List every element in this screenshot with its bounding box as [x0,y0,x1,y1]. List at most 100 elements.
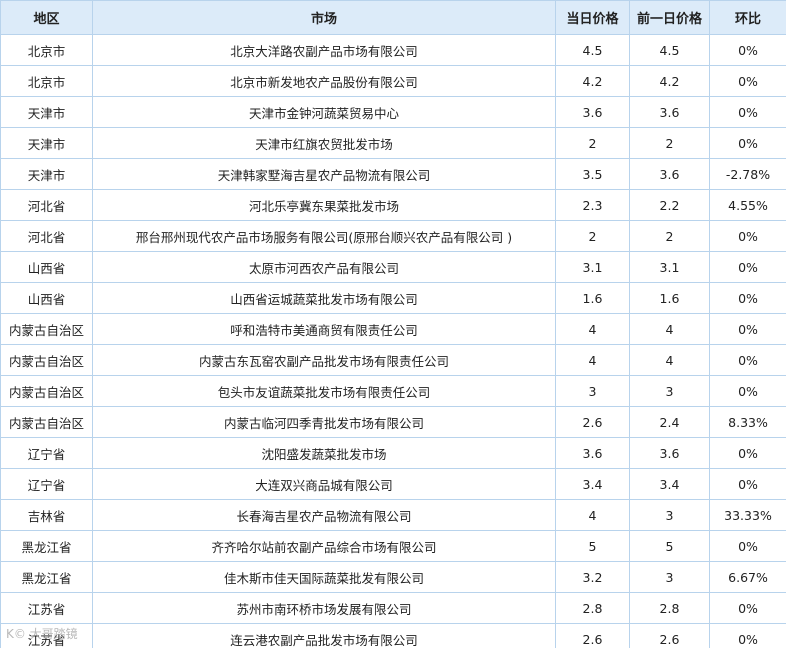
previous-price-cell: 3 [629,499,710,531]
today-price-cell: 3.5 [555,158,630,190]
previous-price-cell: 3.6 [629,96,710,128]
previous-price-cell: 2 [629,127,710,159]
today-price-cell: 3.6 [555,96,630,128]
price-table-container: 地区 市场 当日价格 前一日价格 环比 北京市 北京大洋路农副产品市场有限公司 4.… [0,0,786,648]
previous-price-cell: 5 [629,530,710,562]
previous-price-cell: 3.4 [629,468,710,500]
change-cell: 0% [709,468,786,500]
table-row: 吉林省 长春海吉星农产品物流有限公司 4 3 33.33% [0,499,786,531]
market-cell: 大连双兴商品城有限公司 [92,468,556,500]
region-cell: 江苏省 [0,623,93,648]
region-cell: 内蒙古自治区 [0,375,93,407]
table-row: 天津市 天津韩家墅海吉星农产品物流有限公司 3.5 3.6 -2.78% [0,158,786,190]
previous-price-cell: 2.8 [629,592,710,624]
market-cell: 连云港农副产品批发市场有限公司 [92,623,556,648]
today-price-cell: 4.5 [555,34,630,66]
region-cell: 吉林省 [0,499,93,531]
table-header-row: 地区 市场 当日价格 前一日价格 环比 [0,0,786,35]
change-cell: 0% [709,220,786,252]
market-cell: 内蒙古临河四季青批发市场有限公司 [92,406,556,438]
table-row: 辽宁省 沈阳盛发蔬菜批发市场 3.6 3.6 0% [0,437,786,469]
change-cell: 0% [709,282,786,314]
region-cell: 河北省 [0,220,93,252]
table-row: 内蒙古自治区 呼和浩特市美通商贸有限责任公司 4 4 0% [0,313,786,345]
change-cell: 0% [709,592,786,624]
column-header-market[interactable]: 市场 [92,0,556,35]
region-cell: 天津市 [0,127,93,159]
column-header-region[interactable]: 地区 [0,0,93,35]
previous-price-cell: 4.2 [629,65,710,97]
region-cell: 内蒙古自治区 [0,406,93,438]
region-cell: 天津市 [0,158,93,190]
today-price-cell: 2 [555,127,630,159]
change-cell: 0% [709,34,786,66]
previous-price-cell: 4 [629,313,710,345]
market-cell: 天津市金钟河蔬菜贸易中心 [92,96,556,128]
column-header-change[interactable]: 环比 [709,0,786,35]
column-header-today-price[interactable]: 当日价格 [555,0,630,35]
today-price-cell: 1.6 [555,282,630,314]
today-price-cell: 3.1 [555,251,630,283]
region-cell: 北京市 [0,34,93,66]
table-row: 北京市 北京大洋路农副产品市场有限公司 4.5 4.5 0% [0,34,786,66]
table-row: 内蒙古自治区 内蒙古临河四季青批发市场有限公司 2.6 2.4 8.33% [0,406,786,438]
today-price-cell: 2 [555,220,630,252]
table-row: 黑龙江省 佳木斯市佳天国际蔬菜批发有限公司 3.2 3 6.67% [0,561,786,593]
table-row: 天津市 天津市红旗农贸批发市场 2 2 0% [0,127,786,159]
today-price-cell: 5 [555,530,630,562]
region-cell: 天津市 [0,96,93,128]
today-price-cell: 2.3 [555,189,630,221]
previous-price-cell: 4.5 [629,34,710,66]
region-cell: 辽宁省 [0,437,93,469]
change-cell: 4.55% [709,189,786,221]
change-cell: 0% [709,96,786,128]
change-cell: 6.67% [709,561,786,593]
market-cell: 沈阳盛发蔬菜批发市场 [92,437,556,469]
previous-price-cell: 2.4 [629,406,710,438]
table-row: 山西省 太原市河西农产品有限公司 3.1 3.1 0% [0,251,786,283]
market-cell: 佳木斯市佳天国际蔬菜批发有限公司 [92,561,556,593]
table-row: 辽宁省 大连双兴商品城有限公司 3.4 3.4 0% [0,468,786,500]
market-cell: 邢台邢州现代农产品市场服务有限公司(原邢台顺兴农产品有限公司 ) [92,220,556,252]
change-cell: 0% [709,623,786,648]
region-cell: 内蒙古自治区 [0,344,93,376]
region-cell: 辽宁省 [0,468,93,500]
table-row: 北京市 北京市新发地农产品股份有限公司 4.2 4.2 0% [0,65,786,97]
change-cell: 0% [709,313,786,345]
column-header-previous-price[interactable]: 前一日价格 [629,0,710,35]
market-cell: 北京市新发地农产品股份有限公司 [92,65,556,97]
previous-price-cell: 2 [629,220,710,252]
market-cell: 包头市友谊蔬菜批发市场有限责任公司 [92,375,556,407]
change-cell: 0% [709,375,786,407]
table-row: 黑龙江省 齐齐哈尔站前农副产品综合市场有限公司 5 5 0% [0,530,786,562]
previous-price-cell: 3 [629,561,710,593]
previous-price-cell: 2.6 [629,623,710,648]
market-cell: 天津韩家墅海吉星农产品物流有限公司 [92,158,556,190]
market-cell: 长春海吉星农产品物流有限公司 [92,499,556,531]
previous-price-cell: 2.2 [629,189,710,221]
change-cell: -2.78% [709,158,786,190]
today-price-cell: 3.2 [555,561,630,593]
previous-price-cell: 3 [629,375,710,407]
today-price-cell: 3 [555,375,630,407]
region-cell: 北京市 [0,65,93,97]
previous-price-cell: 3.1 [629,251,710,283]
today-price-cell: 4 [555,313,630,345]
market-cell: 山西省运城蔬菜批发市场有限公司 [92,282,556,314]
table-row: 河北省 邢台邢州现代农产品市场服务有限公司(原邢台顺兴农产品有限公司 ) 2 2 0% [0,220,786,252]
today-price-cell: 3.4 [555,468,630,500]
region-cell: 山西省 [0,251,93,283]
table-body: 北京市 北京大洋路农副产品市场有限公司 4.5 4.5 0% 北京市 北京市新发地农产品股份… [0,34,786,648]
change-cell: 33.33% [709,499,786,531]
table-row: 山西省 山西省运城蔬菜批发市场有限公司 1.6 1.6 0% [0,282,786,314]
today-price-cell: 2.8 [555,592,630,624]
today-price-cell: 2.6 [555,406,630,438]
table-row: 内蒙古自治区 包头市友谊蔬菜批发市场有限责任公司 3 3 0% [0,375,786,407]
market-cell: 北京大洋路农副产品市场有限公司 [92,34,556,66]
market-cell: 河北乐亭冀东果菜批发市场 [92,189,556,221]
previous-price-cell: 1.6 [629,282,710,314]
market-cell: 太原市河西农产品有限公司 [92,251,556,283]
region-cell: 江苏省 [0,592,93,624]
previous-price-cell: 3.6 [629,158,710,190]
change-cell: 0% [709,344,786,376]
